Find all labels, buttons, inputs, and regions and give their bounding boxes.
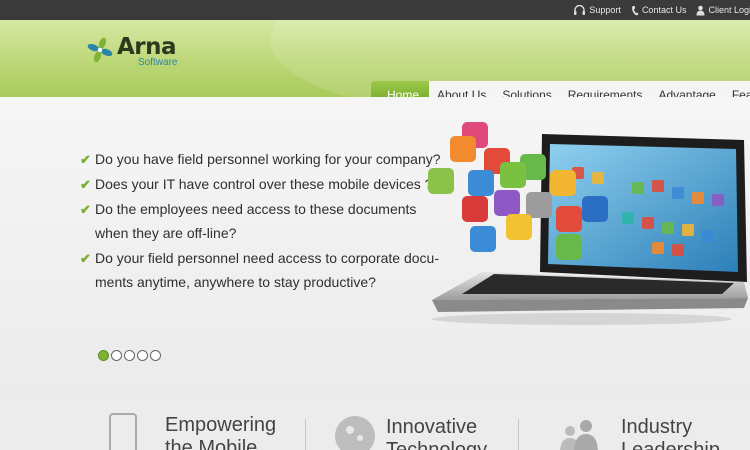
nav-item-home[interactable]: Home xyxy=(371,81,430,97)
features-row: Empowering the Mobile Innovative Technol… xyxy=(0,397,750,450)
pinwheel-logo-icon xyxy=(87,37,113,63)
question-2-text: Does your IT have control over these mob… xyxy=(95,176,433,192)
nav-item-requirements[interactable]: Requirements xyxy=(560,81,651,97)
support-label: Support xyxy=(589,5,621,15)
headset-icon xyxy=(574,4,586,15)
feature-divider xyxy=(518,419,519,450)
contact-link[interactable]: Contact Us xyxy=(631,5,687,16)
question-4-text: Do your field personnel need access to c… xyxy=(95,250,439,266)
question-1: ✔ Do you have field personnel working fo… xyxy=(80,151,441,168)
question-3: ✔ Do the employees need access to these … xyxy=(80,201,416,218)
main-nav: Home About Us Solutions Requirements Adv… xyxy=(371,81,750,97)
site-header: Arna Software Home About Us Solutions Re… xyxy=(0,20,750,97)
feature-divider xyxy=(305,419,306,450)
nav-item-about-us[interactable]: About Us xyxy=(429,81,494,97)
feature-3-line-2: Leadership xyxy=(621,439,720,450)
feature-1-line-1: Empowering xyxy=(165,414,277,436)
mobile-device-icon xyxy=(109,413,137,450)
check-icon: ✔ xyxy=(80,177,91,192)
slide-dot-2[interactable] xyxy=(111,350,122,361)
phone-icon xyxy=(631,5,639,15)
hero-slider: ✔ Do you have field personnel working fo… xyxy=(0,97,750,397)
slider-dots xyxy=(98,350,163,361)
logo-subtitle: Software xyxy=(138,57,178,68)
check-icon: ✔ xyxy=(80,202,91,217)
brain-gear-icon xyxy=(335,416,375,450)
question-3-text: Do the employees need access to these do… xyxy=(95,201,417,217)
logo-name: Arna xyxy=(117,34,177,60)
top-bar: Support Contact Us Client Login xyxy=(0,0,750,20)
logo[interactable]: Arna Software xyxy=(86,36,177,68)
support-link[interactable]: Support xyxy=(573,4,621,16)
feature-2-line-1: Innovative xyxy=(386,416,478,438)
slide-dot-5[interactable] xyxy=(150,350,161,361)
laptop-apps-illustration xyxy=(428,122,748,325)
client-login-label: Client Login xyxy=(708,5,750,15)
slide-dot-3[interactable] xyxy=(124,350,135,361)
feature-3-line-1: Industry xyxy=(621,416,693,438)
question-4: ✔ Do your field personnel need access to… xyxy=(80,250,439,267)
top-links: Support Contact Us Client Login xyxy=(573,0,750,20)
question-3-cont: when they are off-line? xyxy=(95,225,237,241)
feature-1-line-2: the Mobile xyxy=(165,437,258,450)
question-1-text: Do you have field personnel working for … xyxy=(95,151,441,167)
nav-item-solutions[interactable]: Solutions xyxy=(494,81,559,97)
check-icon: ✔ xyxy=(80,251,91,266)
slide-dot-4[interactable] xyxy=(137,350,148,361)
nav-item-advantage[interactable]: Advantage xyxy=(650,81,723,97)
contact-label: Contact Us xyxy=(641,5,687,15)
feature-2-line-2: Technology xyxy=(386,439,488,450)
user-icon xyxy=(696,5,705,15)
slide-dot-1[interactable] xyxy=(98,350,109,361)
question-2: ✔ Does your IT have control over these m… xyxy=(80,176,432,193)
question-4-cont: ments anytime, anywhere to stay producti… xyxy=(95,274,376,290)
nav-item-features[interactable]: Features xyxy=(724,81,750,97)
check-icon: ✔ xyxy=(80,152,91,167)
people-leadership-icon xyxy=(560,420,598,450)
client-login-link[interactable]: Client Login xyxy=(696,5,750,16)
